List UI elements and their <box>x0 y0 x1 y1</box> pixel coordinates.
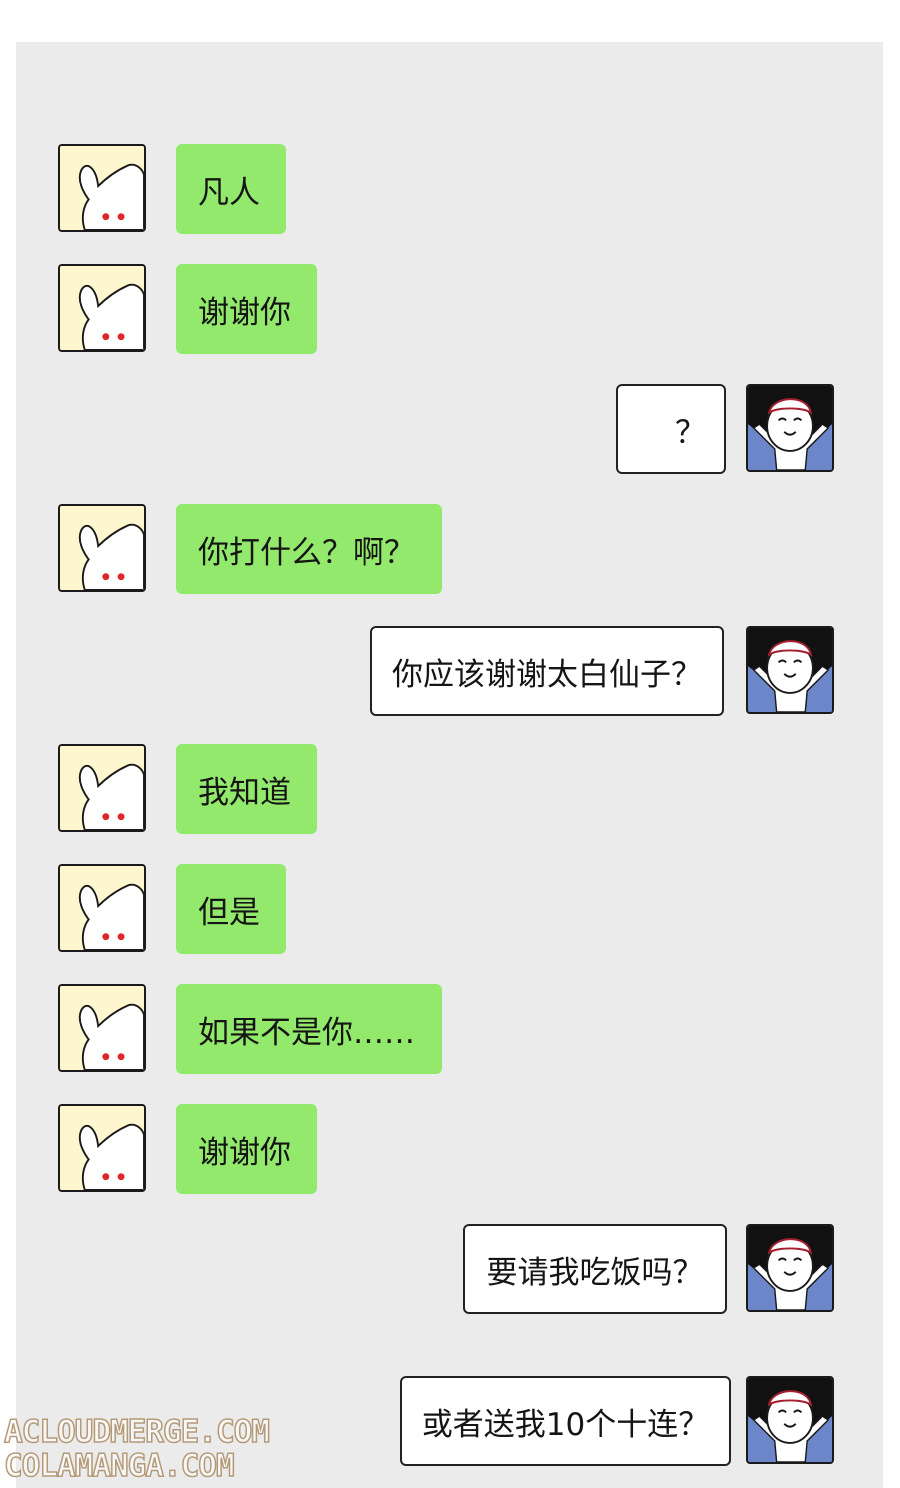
outgoing-message-bubble[interactable]: 要请我吃饭吗？ <box>463 1224 727 1314</box>
incoming-message-bubble[interactable]: 凡人 <box>176 144 286 234</box>
message-text: 你应该谢谢太白仙子？ <box>392 656 702 693</box>
incoming-message-bubble[interactable]: 但是 <box>176 864 286 954</box>
smiling-person-icon <box>748 386 832 470</box>
white-rabbit-icon <box>60 146 144 230</box>
rabbit-avatar[interactable] <box>58 984 146 1072</box>
white-rabbit-icon <box>60 1106 144 1190</box>
message-row-outgoing: 你应该谢谢太白仙子？ <box>16 626 883 716</box>
chat-background: 凡人 谢谢你 ？ 你打什么？啊？ 你应该谢谢太白仙子？ 我知道 但是 如果不是你… <box>16 42 883 1488</box>
watermark-line-1: ACLOUDMERGE.COM <box>3 1413 270 1451</box>
user-avatar[interactable] <box>746 1224 834 1312</box>
incoming-message-bubble[interactable]: 谢谢你 <box>176 264 317 354</box>
white-rabbit-icon <box>60 506 144 590</box>
message-text: 如果不是你…… <box>198 1014 415 1051</box>
rabbit-avatar[interactable] <box>58 864 146 952</box>
incoming-message-bubble[interactable]: 如果不是你…… <box>176 984 442 1074</box>
message-text: 但是 <box>198 894 260 931</box>
rabbit-avatar[interactable] <box>58 744 146 832</box>
message-row-outgoing: 要请我吃饭吗？ <box>16 1224 883 1314</box>
incoming-message-bubble[interactable]: 我知道 <box>176 744 317 834</box>
smiling-person-icon <box>748 628 832 712</box>
message-row-outgoing: ？ <box>16 384 883 474</box>
rabbit-avatar[interactable] <box>58 264 146 352</box>
rabbit-avatar[interactable] <box>58 1104 146 1192</box>
message-text: 凡人 <box>198 174 260 211</box>
message-text: 或者送我10个十连？ <box>421 1406 710 1443</box>
user-avatar[interactable] <box>746 1376 834 1464</box>
white-rabbit-icon <box>60 746 144 830</box>
outgoing-message-bubble[interactable]: 你应该谢谢太白仙子？ <box>370 626 724 716</box>
message-text: 谢谢你 <box>198 1134 291 1171</box>
message-text: 谢谢你 <box>198 294 291 331</box>
white-rabbit-icon <box>60 986 144 1070</box>
rabbit-avatar[interactable] <box>58 144 146 232</box>
incoming-message-bubble[interactable]: 谢谢你 <box>176 1104 317 1194</box>
watermark-line-2: COLAMANGA.COM <box>3 1447 235 1485</box>
white-rabbit-icon <box>60 866 144 950</box>
outgoing-message-bubble[interactable]: ？ <box>616 384 726 474</box>
message-text: 我知道 <box>198 774 291 811</box>
user-avatar[interactable] <box>746 626 834 714</box>
smiling-person-icon <box>748 1226 832 1310</box>
message-text: 你打什么？啊？ <box>198 534 415 571</box>
incoming-message-bubble[interactable]: 你打什么？啊？ <box>176 504 442 594</box>
message-text: ？ <box>675 414 706 451</box>
rabbit-avatar[interactable] <box>58 504 146 592</box>
smiling-person-icon <box>748 1378 832 1462</box>
message-text: 要请我吃饭吗？ <box>486 1254 704 1291</box>
user-avatar[interactable] <box>746 384 834 472</box>
outgoing-message-bubble[interactable]: 或者送我10个十连？ <box>400 1376 731 1466</box>
white-rabbit-icon <box>60 266 144 350</box>
